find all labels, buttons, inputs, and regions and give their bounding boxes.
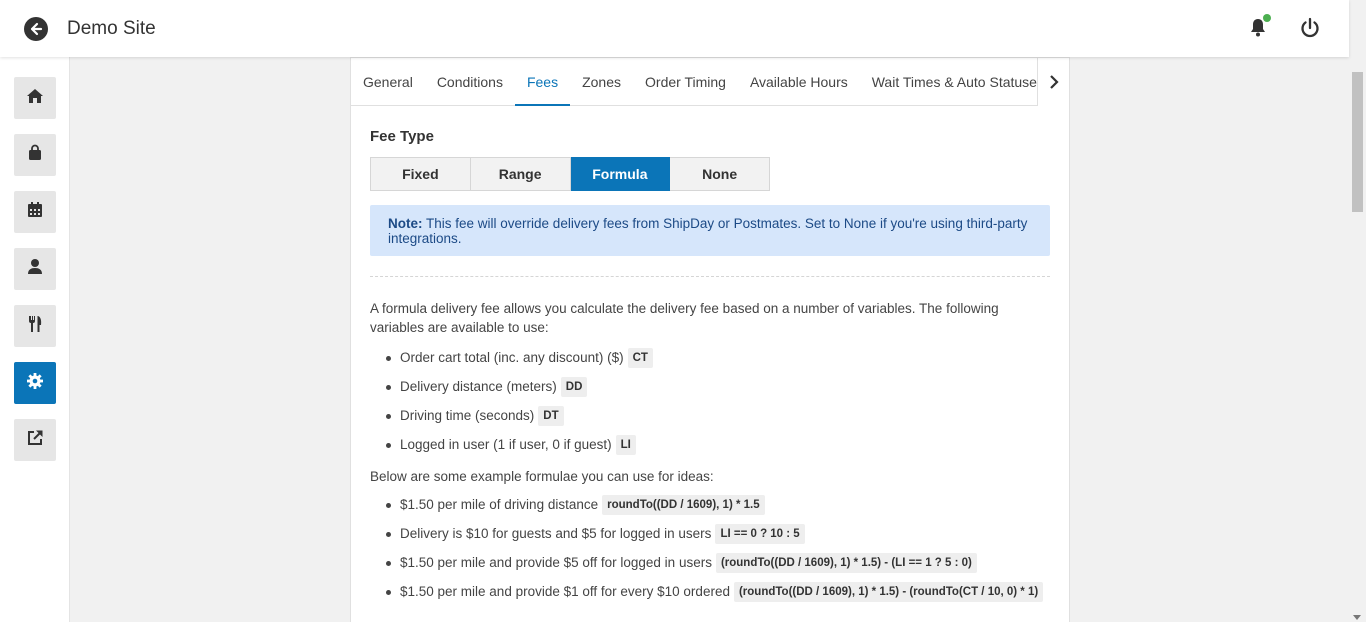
- top-bar: Demo Site: [0, 0, 1349, 57]
- page-scrollbar[interactable]: [1349, 57, 1366, 622]
- fee-type-formula-button[interactable]: Formula: [570, 157, 671, 191]
- example-formula-code: LI == 0 ? 10 : 5: [715, 523, 805, 544]
- tab-wait-times[interactable]: Wait Times & Auto Statuses: [860, 58, 1056, 105]
- list-item: Order cart total (inc. any discount) ($)…: [386, 343, 1050, 372]
- tab-fees[interactable]: Fees: [514, 58, 571, 106]
- sidebar-item-external-link[interactable]: [14, 419, 56, 461]
- examples-intro-text: Below are some example formulae you can …: [370, 469, 714, 484]
- shopping-bag-icon: [27, 144, 43, 166]
- sidebar-item-menu[interactable]: [14, 305, 56, 347]
- fee-type-selector: Fixed Range Formula None: [370, 157, 770, 191]
- user-icon: [27, 258, 43, 280]
- tab-order-timing[interactable]: Order Timing: [633, 58, 738, 105]
- list-item: Driving time (seconds) DT: [386, 401, 1050, 430]
- variable-code: CT: [627, 347, 653, 368]
- calendar-icon: [27, 201, 43, 223]
- tab-bar: General Conditions Fees Zones Order Timi…: [351, 58, 1069, 106]
- variables-list: Order cart total (inc. any discount) ($)…: [386, 343, 1050, 459]
- list-item: Logged in user (1 if user, 0 if guest) LI: [386, 430, 1050, 459]
- tab-conditions[interactable]: Conditions: [425, 58, 515, 105]
- examples-list: $1.50 per mile of driving distance roundT…: [386, 490, 1050, 606]
- sidebar-item-orders[interactable]: [14, 134, 56, 176]
- sidebar-item-home[interactable]: [14, 77, 56, 119]
- sidebar-item-calendar[interactable]: [14, 191, 56, 233]
- back-arrow-icon[interactable]: [24, 16, 48, 41]
- sidebar-item-users[interactable]: [14, 248, 56, 290]
- power-logout-icon[interactable]: [1297, 14, 1323, 42]
- notification-dot: [1263, 14, 1271, 22]
- variable-code: LI: [615, 434, 636, 455]
- chevron-right-icon[interactable]: [1037, 58, 1069, 106]
- external-link-icon: [27, 429, 44, 451]
- example-formula-code: (roundTo((DD / 1609), 1) * 1.5) - (round…: [733, 581, 1044, 602]
- example-formula-code: (roundTo((DD / 1609), 1) * 1.5) - (LI ==…: [715, 552, 977, 573]
- list-item: $1.50 per mile of driving distance roundT…: [386, 490, 1050, 519]
- sidebar-item-settings[interactable]: [14, 362, 56, 404]
- list-item: $1.50 per mile and provide $1 off for ev…: [386, 577, 1050, 606]
- tab-zones[interactable]: Zones: [570, 58, 633, 105]
- variable-code: DD: [560, 376, 588, 397]
- note-title: Note:: [388, 216, 423, 231]
- example-formula-code: roundTo((DD / 1609), 1) * 1.5: [602, 494, 765, 515]
- notifications-bell-icon[interactable]: [1245, 14, 1271, 42]
- fee-type-range-button[interactable]: Range: [470, 157, 571, 191]
- fee-type-none-button[interactable]: None: [670, 157, 770, 191]
- utensils-icon: [27, 315, 43, 338]
- fee-type-fixed-button[interactable]: Fixed: [370, 157, 471, 191]
- variable-code: DT: [538, 405, 564, 426]
- sidebar: [0, 57, 70, 622]
- note-text: This fee will override delivery fees fro…: [388, 216, 1028, 246]
- list-item: Delivery is $10 for guests and $5 for lo…: [386, 519, 1050, 548]
- list-item: $1.50 per mile and provide $5 off for lo…: [386, 548, 1050, 577]
- formula-intro-text: A formula delivery fee allows you calcul…: [370, 301, 999, 335]
- fee-type-label: Fee Type: [370, 128, 434, 145]
- scroll-down-arrow-icon[interactable]: [1353, 615, 1361, 620]
- scrollbar-thumb[interactable]: [1352, 72, 1363, 212]
- settings-card: General Conditions Fees Zones Order Timi…: [350, 57, 1070, 622]
- tab-general[interactable]: General: [351, 58, 425, 105]
- divider: [370, 276, 1050, 277]
- home-icon: [26, 88, 44, 109]
- note-alert: Note: This fee will override delivery fe…: [370, 205, 1050, 256]
- tab-available-hours[interactable]: Available Hours: [738, 58, 860, 105]
- site-title: Demo Site: [67, 17, 156, 39]
- list-item: Delivery distance (meters) DD: [386, 372, 1050, 401]
- gear-icon: [26, 372, 44, 395]
